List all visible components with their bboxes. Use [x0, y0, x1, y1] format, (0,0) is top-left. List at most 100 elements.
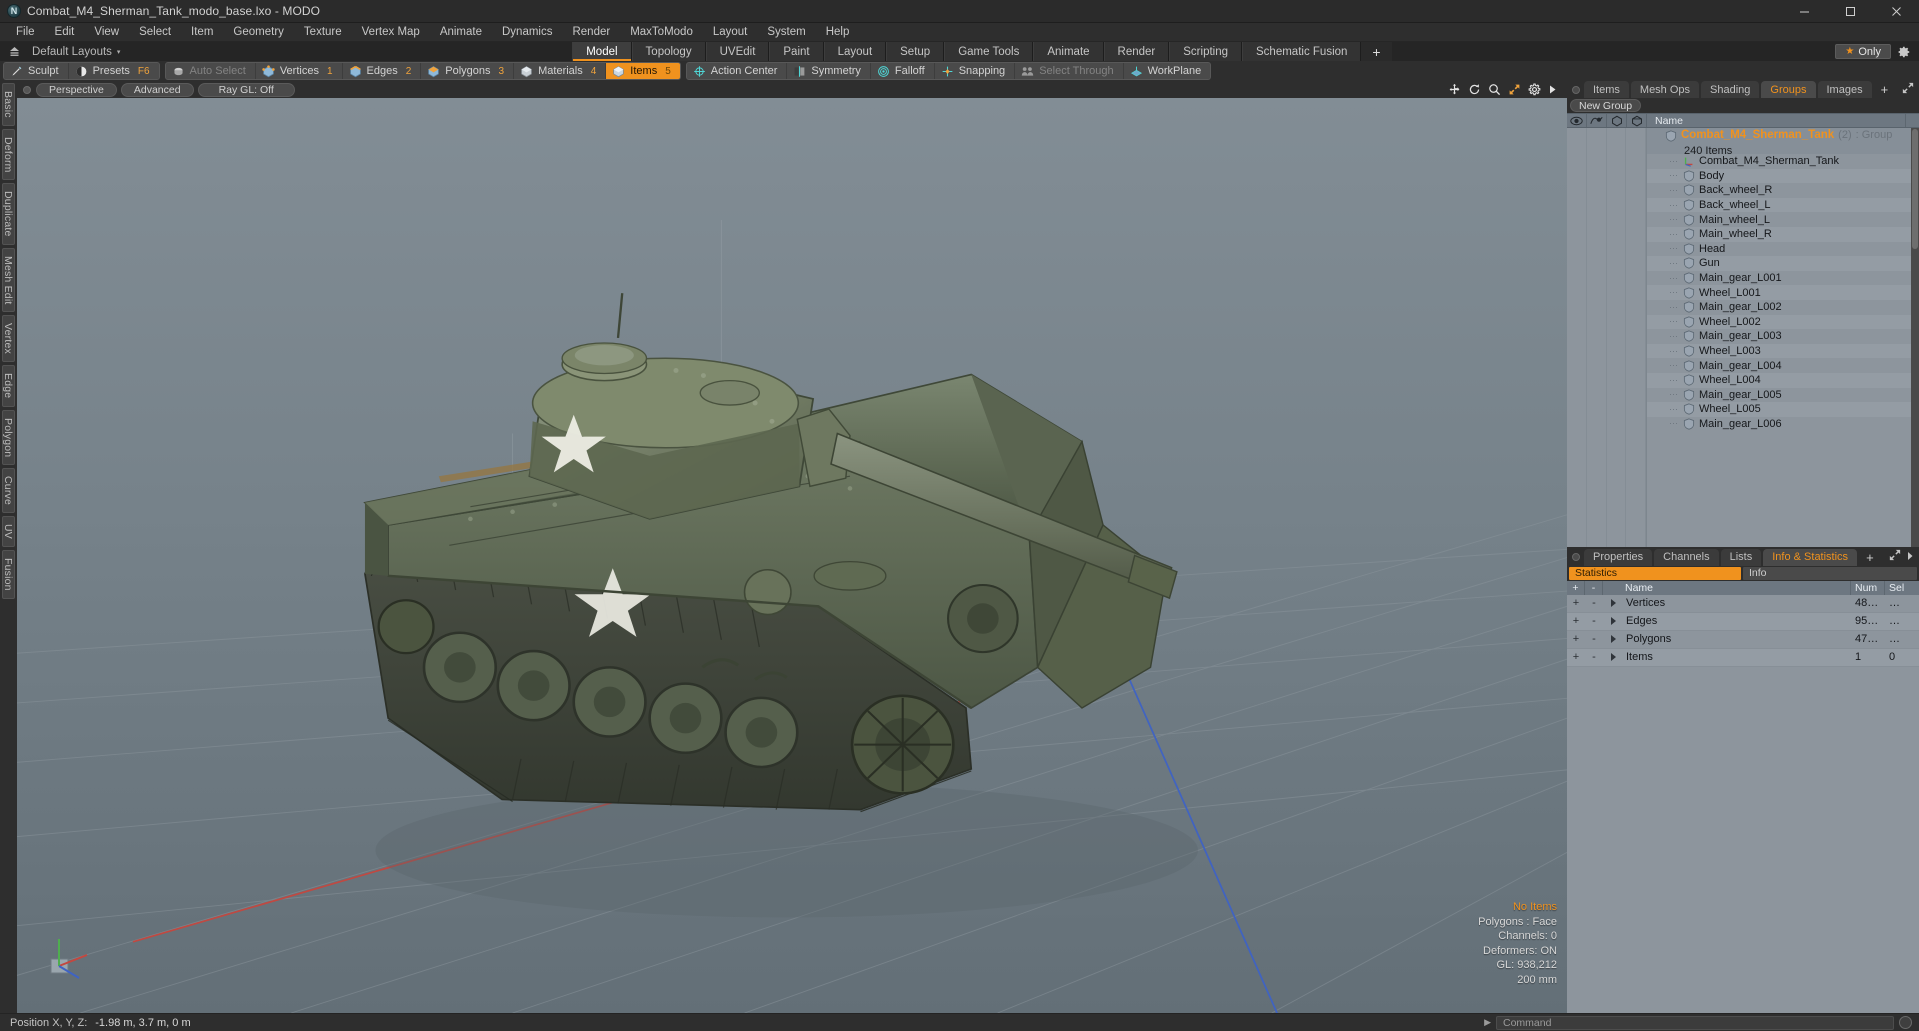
render-visibility-icon[interactable] — [1587, 114, 1607, 127]
list-item[interactable]: ⋯ Back_wheel_L — [1647, 197, 1911, 213]
menu-item-vertex-map[interactable]: Vertex Map — [352, 23, 430, 42]
bottom-panel-menu-dot[interactable] — [1572, 553, 1580, 561]
table-row[interactable]: + - Items 1 0 — [1567, 648, 1919, 667]
command-history-icon[interactable] — [1899, 1016, 1912, 1029]
tool-tab-polygon[interactable]: Polygon — [2, 409, 15, 466]
panel-maximize-icon[interactable] — [1902, 81, 1914, 99]
disclosure-arrow-icon[interactable] — [1611, 635, 1616, 643]
symmetry-button[interactable]: Symmetry — [787, 63, 871, 79]
table-row[interactable]: + - Vertices 48… … — [1567, 595, 1919, 613]
wireframe-draw-icon[interactable] — [1627, 114, 1647, 127]
disclosure-arrow-icon[interactable] — [1611, 617, 1616, 625]
menu-item-select[interactable]: Select — [129, 23, 181, 42]
layout-tab-topology[interactable]: Topology — [631, 42, 706, 61]
presets-button[interactable]: Presets F6 — [68, 63, 159, 79]
shading-mode-dropdown[interactable]: Advanced — [120, 82, 194, 97]
row-expand-plus[interactable]: + — [1567, 631, 1585, 648]
group-tree-body[interactable]: Combat_M4_Sherman_Tank (2) : Group 240 I… — [1567, 128, 1919, 547]
list-item[interactable]: ⋯ Main_wheel_L — [1647, 212, 1911, 227]
only-toggle-button[interactable]: ★ Only — [1835, 44, 1891, 59]
layout-tab-animate[interactable]: Animate — [1033, 42, 1104, 61]
layout-tab-paint[interactable]: Paint — [769, 42, 824, 61]
list-item[interactable]: ⋯ Main_gear_L001 — [1647, 270, 1911, 286]
info-mode-button[interactable]: Info — [1743, 566, 1917, 580]
preferences-gear-icon[interactable] — [1897, 45, 1911, 59]
add-bottom-panel-tab-button[interactable]: + — [1859, 549, 1881, 566]
materials-mode-button[interactable]: Materials 4 — [514, 63, 607, 79]
disclosure-arrow-icon[interactable] — [1611, 599, 1616, 607]
list-item[interactable]: ⋯ Main_gear_L005 — [1647, 387, 1911, 403]
minimize-button[interactable] — [1781, 0, 1827, 23]
menu-item-item[interactable]: Item — [181, 23, 223, 42]
default-layouts-dropdown[interactable]: Default Layouts ▾ — [22, 46, 128, 58]
row-expand-plus[interactable]: + — [1567, 613, 1585, 630]
tool-tab-basic[interactable]: Basic — [2, 83, 15, 126]
list-item[interactable]: ⋯ Wheel_L005 — [1647, 402, 1911, 417]
bottom-panel-menu-arrow-icon[interactable] — [1906, 548, 1914, 566]
menu-item-edit[interactable]: Edit — [45, 23, 85, 42]
list-item[interactable]: ⋯ Main_gear_L003 — [1647, 329, 1911, 344]
tool-tab-duplicate[interactable]: Duplicate — [2, 183, 15, 245]
list-item[interactable]: ⋯ Body — [1647, 168, 1911, 184]
menu-item-animate[interactable]: Animate — [430, 23, 492, 42]
tool-tab-fusion[interactable]: Fusion — [2, 550, 15, 599]
list-item[interactable]: ⋯ Back_wheel_R — [1647, 183, 1911, 198]
workplane-button[interactable]: WorkPlane — [1123, 63, 1211, 79]
table-row[interactable]: + - Polygons 47… … — [1567, 631, 1919, 649]
add-panel-tab-button[interactable]: + — [1874, 81, 1896, 98]
right-panel-menu-dot[interactable] — [1572, 85, 1580, 94]
panel-tab-items[interactable]: Items — [1584, 81, 1629, 98]
command-input[interactable]: Command — [1496, 1015, 1894, 1030]
menu-item-view[interactable]: View — [84, 23, 129, 42]
tool-tab-deform[interactable]: Deform — [2, 128, 15, 181]
row-expand-plus[interactable]: + — [1567, 649, 1585, 666]
tool-tab-mesh-edit[interactable]: Mesh Edit — [2, 247, 15, 313]
menu-item-geometry[interactable]: Geometry — [223, 23, 294, 42]
falloff-button[interactable]: Falloff — [870, 63, 935, 79]
row-collapse-minus[interactable]: - — [1585, 631, 1603, 648]
list-item[interactable]: ⋯ Wheel_L002 — [1647, 314, 1911, 330]
snapping-button[interactable]: Snapping — [934, 63, 1016, 79]
command-expand-arrow-icon[interactable]: ▶ — [1484, 1017, 1491, 1028]
statistics-mode-button[interactable]: Statistics — [1569, 566, 1741, 580]
row-collapse-minus[interactable]: - — [1585, 613, 1603, 630]
tool-tab-curve[interactable]: Curve — [2, 468, 15, 514]
layout-tab-scripting[interactable]: Scripting — [1169, 42, 1243, 61]
panel-tab-info-statistics[interactable]: Info & Statistics — [1763, 548, 1858, 566]
layout-tab-setup[interactable]: Setup — [886, 42, 945, 61]
viewport-axis-gizmo[interactable] — [45, 935, 91, 981]
raygl-toggle[interactable]: Ray GL: Off — [197, 82, 295, 97]
maximize-button[interactable] — [1827, 0, 1873, 23]
layout-tab-uvedit[interactable]: UVEdit — [705, 42, 770, 61]
list-item[interactable]: ⋯ Main_gear_L002 — [1647, 299, 1911, 315]
list-item[interactable]: ⋯ Main_gear_L004 — [1647, 358, 1911, 373]
table-row[interactable]: + - Edges 95… … — [1567, 612, 1919, 631]
panel-tab-mesh-ops[interactable]: Mesh Ops — [1630, 81, 1700, 98]
rotate-view-icon[interactable] — [1468, 83, 1481, 96]
viewport-menu-arrow-icon[interactable] — [1548, 84, 1557, 95]
viewport-3d-canvas[interactable]: No Items Polygons : Face Channels: 0 Def… — [17, 98, 1567, 1013]
select-through-button[interactable]: Select Through — [1015, 63, 1124, 79]
auto-select-button[interactable]: Auto Select — [165, 63, 256, 79]
layout-tab-layout[interactable]: Layout — [823, 42, 887, 61]
list-item[interactable]: ⋯ Head — [1647, 241, 1911, 257]
list-item[interactable]: ⋯ Gun — [1647, 256, 1911, 271]
row-expand-plus[interactable]: + — [1567, 595, 1585, 612]
view-mode-dropdown[interactable]: Perspective — [36, 82, 117, 97]
list-item[interactable]: ⋯ Wheel_L003 — [1647, 343, 1911, 359]
tool-tab-uv[interactable]: UV — [2, 516, 15, 548]
panel-tab-properties[interactable]: Properties — [1584, 548, 1653, 566]
shaded-draw-icon[interactable] — [1607, 114, 1627, 127]
menu-item-dynamics[interactable]: Dynamics — [492, 23, 562, 42]
list-item[interactable]: ⋯ Wheel_L001 — [1647, 285, 1911, 300]
action-center-button[interactable]: Action Center — [686, 63, 788, 79]
menu-item-maxtomodo[interactable]: MaxToModo — [620, 23, 703, 42]
layout-tab-schematic-fusion[interactable]: Schematic Fusion — [1242, 42, 1362, 61]
bottom-panel-maximize-icon[interactable] — [1889, 548, 1901, 566]
viewport-options-gear-icon[interactable] — [1528, 83, 1541, 96]
panel-tab-shading[interactable]: Shading — [1701, 81, 1760, 98]
vertices-mode-button[interactable]: Vertices 1 — [255, 63, 343, 79]
panel-tab-groups[interactable]: Groups — [1761, 81, 1816, 98]
menu-item-render[interactable]: Render — [562, 23, 620, 42]
move-view-icon[interactable] — [1448, 83, 1461, 96]
